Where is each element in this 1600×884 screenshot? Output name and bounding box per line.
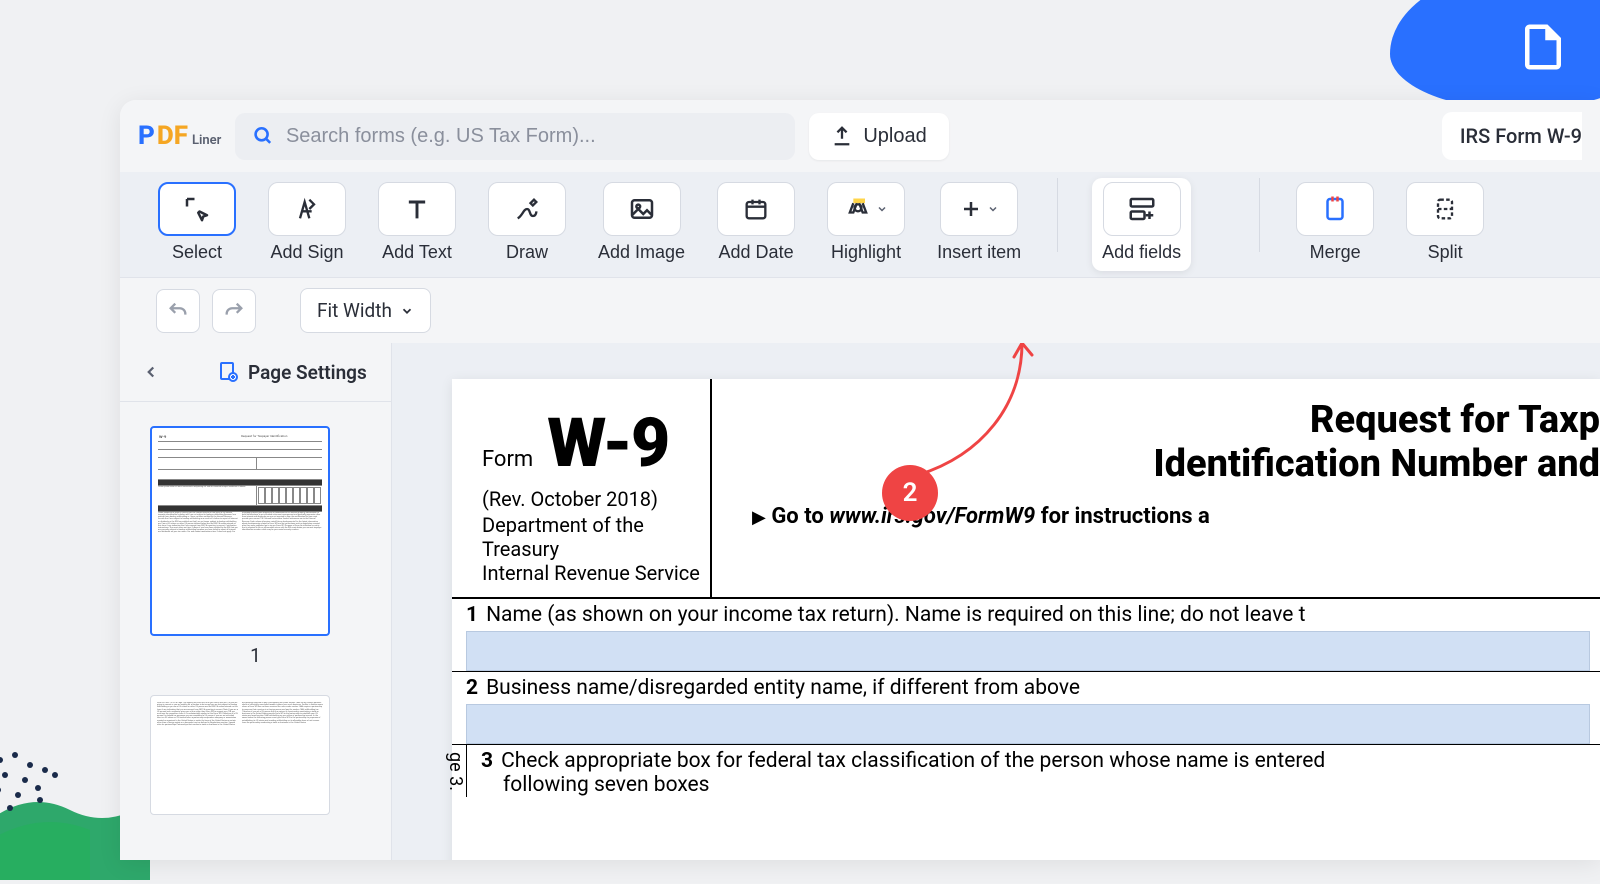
w9-header-right: Request for Taxp Identification Number a… [712, 379, 1600, 597]
main-area: Page Settings W-9Request for Taxpayer Id… [120, 343, 1600, 860]
fields-icon [1127, 194, 1157, 224]
document-canvas[interactable]: Form W-9 (Rev. October 2018) Department … [392, 343, 1600, 860]
form-goto: ▶ Go to www.irs.gov/FormW9 for instructi… [752, 504, 1600, 529]
upload-icon [831, 125, 853, 147]
tool-label: Select [172, 242, 222, 263]
page-thumbnail-1[interactable]: W-9Request for Taxpayer Identification L… [150, 426, 330, 636]
redo-button[interactable] [212, 289, 256, 333]
add-sign-tool[interactable]: Add Sign [266, 178, 348, 267]
sign-icon [293, 195, 321, 223]
undo-icon [167, 300, 189, 322]
page-thumbnail-2[interactable]: Form W-9 Rev 10-2018 Page 2 By signing t… [150, 695, 330, 815]
search-icon [253, 125, 274, 147]
split-icon [1431, 195, 1459, 223]
tool-label: Add fields [1102, 242, 1181, 263]
chevron-down-icon [400, 304, 414, 318]
form-row-3: ge 3. 3Check appropriate box for federal… [452, 745, 1600, 797]
row3b-label: following seven boxes [503, 773, 710, 797]
sidebar: Page Settings W-9Request for Taxpayer Id… [120, 343, 392, 860]
decorative-blob-topright [1390, 0, 1600, 110]
row3-label: Check appropriate box for federal tax cl… [501, 749, 1325, 773]
form-title: Request for Taxp Identification Number a… [752, 399, 1600, 486]
document-page: Form W-9 (Rev. October 2018) Department … [452, 379, 1600, 860]
image-icon [627, 194, 657, 224]
chevron-down-icon [876, 203, 888, 215]
business-name-field[interactable] [466, 704, 1590, 744]
tool-label: Add Date [719, 242, 794, 263]
tool-label: Add Image [598, 242, 685, 263]
upload-button[interactable]: Upload [809, 113, 948, 160]
side-text: ge 3. [452, 745, 467, 797]
sidebar-collapse-button[interactable] [136, 357, 166, 387]
tool-label: Add Sign [270, 242, 343, 263]
calendar-icon [742, 195, 770, 223]
zoom-select[interactable]: Fit Width [300, 288, 431, 333]
page-settings-label: Page Settings [248, 361, 367, 384]
redo-icon [223, 300, 245, 322]
logo-df: DF [157, 121, 188, 151]
row2-label: Business name/disregarded entity name, i… [486, 676, 1080, 700]
logo-p: P [138, 121, 155, 151]
thumbnails-panel[interactable]: W-9Request for Taxpayer Identification L… [120, 402, 391, 860]
w9-header: Form W-9 (Rev. October 2018) Department … [452, 379, 1600, 599]
thumbnail-number: 1 [150, 644, 361, 667]
secondbar: Fit Width [120, 278, 1600, 343]
row1-label: Name (as shown on your income tax return… [486, 603, 1305, 627]
name-field[interactable] [466, 631, 1590, 671]
split-tool[interactable]: Split [1404, 178, 1486, 267]
draw-icon [513, 195, 541, 223]
add-image-tool[interactable]: Add Image [596, 178, 687, 267]
form-label: Form [482, 447, 533, 472]
search-input[interactable] [286, 125, 777, 148]
topbar: PDF Liner Upload IRS Form W-9 [120, 100, 1600, 172]
plus-icon [959, 197, 983, 221]
insert-item-tool[interactable]: Insert item [935, 178, 1023, 267]
toolbar-separator [1057, 178, 1058, 252]
toolbar: Select Add Sign Add Text Draw Add Image … [120, 172, 1600, 278]
text-icon [403, 195, 431, 223]
form-code: W-9 [547, 403, 668, 483]
filename-chip[interactable]: IRS Form W-9 [1442, 112, 1582, 160]
page-settings-icon [216, 360, 240, 384]
pdf-file-icon [1516, 20, 1570, 74]
highlight-tool[interactable]: Highlight [825, 178, 907, 267]
logo: PDF Liner [138, 121, 221, 151]
form-row-1: 1Name (as shown on your income tax retur… [452, 599, 1600, 672]
upload-label: Upload [863, 125, 926, 148]
tool-label: Insert item [937, 242, 1021, 263]
select-tool[interactable]: Select [156, 178, 238, 267]
app-window: PDF Liner Upload IRS Form W-9 Select Add … [120, 100, 1600, 860]
search-box[interactable] [235, 113, 795, 160]
sidebar-header: Page Settings [120, 343, 391, 402]
draw-tool[interactable]: Draw [486, 178, 568, 267]
merge-icon [1320, 194, 1350, 224]
tool-label: Merge [1310, 242, 1361, 263]
logo-liner: Liner [192, 133, 221, 148]
form-department: Department of the Treasury Internal Reve… [482, 513, 710, 585]
add-fields-tool[interactable]: Add fields [1092, 178, 1191, 271]
tool-label: Draw [506, 242, 548, 263]
chevron-down-icon [987, 203, 999, 215]
highlight-icon [844, 195, 872, 223]
w9-header-left: Form W-9 (Rev. October 2018) Department … [452, 379, 712, 597]
form-row-2: 2Business name/disregarded entity name, … [452, 672, 1600, 745]
undo-button[interactable] [156, 289, 200, 333]
page-settings-button[interactable]: Page Settings [216, 360, 367, 384]
add-date-tool[interactable]: Add Date [715, 178, 797, 267]
chevron-left-icon [142, 363, 160, 381]
tool-label: Add Text [382, 242, 452, 263]
zoom-label: Fit Width [317, 299, 392, 322]
add-text-tool[interactable]: Add Text [376, 178, 458, 267]
tool-label: Highlight [831, 242, 901, 263]
cursor-icon [182, 194, 212, 224]
merge-tool[interactable]: Merge [1294, 178, 1376, 267]
form-revision: (Rev. October 2018) [482, 487, 710, 511]
toolbar-separator [1259, 178, 1260, 252]
tool-label: Split [1428, 242, 1463, 263]
